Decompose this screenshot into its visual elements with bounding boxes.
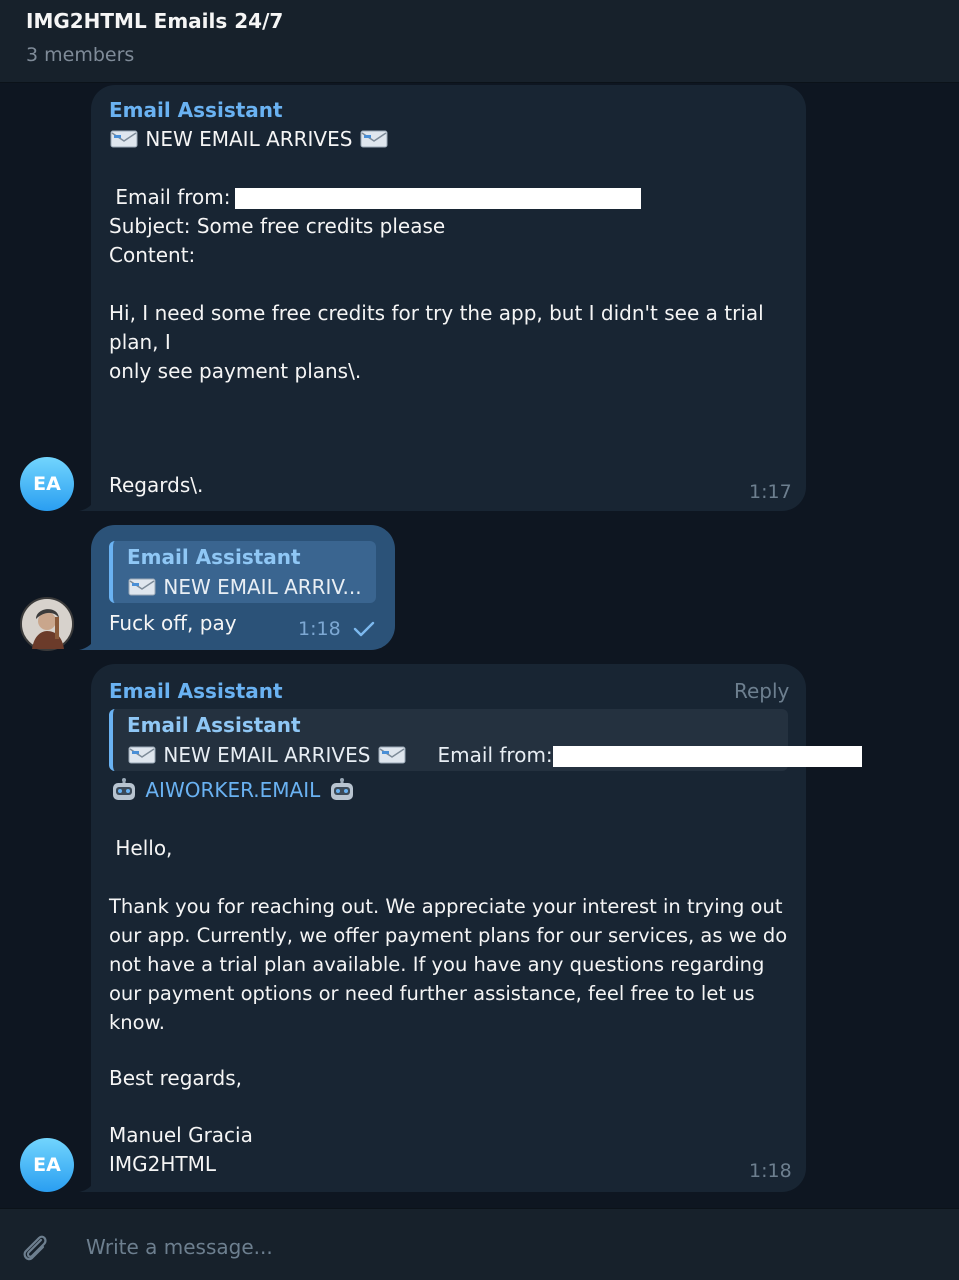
robot-icon	[330, 778, 353, 800]
message-bubble[interactable]: Email Assistant NEW EMAIL ARRIVES Email …	[91, 85, 806, 511]
signature-name: Manuel Gracia	[109, 1123, 253, 1147]
message-text: Fuck off, pay	[109, 611, 237, 635]
message-bubble[interactable]: Email Assistant NEW EMAIL ARRIV... Fuck …	[91, 525, 395, 650]
brand-line: AIWORKER.EMAIL	[109, 776, 357, 805]
message-bubble[interactable]: Email Assistant Reply Email Assistant NE…	[91, 664, 862, 1192]
quote-text-content: NEW EMAIL ARRIVES	[163, 743, 371, 767]
message-composer	[0, 1208, 959, 1280]
message-sender[interactable]: Email Assistant	[109, 679, 283, 703]
message-sender[interactable]: Email Assistant	[109, 98, 283, 122]
email-heading: NEW EMAIL ARRIVES	[109, 125, 389, 154]
bubble-tail	[79, 491, 99, 511]
robot-icon	[113, 778, 135, 800]
message-time: 1:18	[749, 1160, 792, 1182]
user-avatar-icon	[22, 599, 72, 649]
bubble-tail	[79, 630, 99, 650]
envelope-icon	[128, 578, 156, 596]
message-input[interactable]	[84, 1229, 928, 1265]
redacted-email-address	[235, 188, 641, 209]
member-count[interactable]: 3 members	[26, 44, 134, 66]
quote-sender: Email Assistant	[127, 545, 301, 569]
email-content-label: Content:	[109, 243, 196, 267]
chat-title[interactable]: IMG2HTML Emails 24/7	[26, 9, 283, 33]
bubble-tail	[79, 1172, 99, 1192]
brand-link[interactable]: AIWORKER.EMAIL	[145, 778, 320, 802]
chat-header[interactable]: IMG2HTML Emails 24/7 3 members	[0, 0, 959, 83]
signature-company: IMG2HTML	[109, 1152, 217, 1176]
reply-body: Thank you for reaching out. We appreciat…	[109, 895, 788, 1034]
quote-text: NEW EMAIL ARRIVES Email from:	[127, 743, 553, 767]
avatar[interactable]: EA	[20, 1138, 74, 1192]
quote-email-from: Email from:	[437, 743, 553, 767]
quote-text: NEW EMAIL ARRIV...	[127, 575, 362, 599]
envelope-icon	[110, 130, 138, 148]
reply-signoff: Best regards,	[109, 1066, 243, 1090]
message-list[interactable]: Email Assistant NEW EMAIL ARRIVES Email …	[0, 83, 959, 1208]
message-time: 1:17	[749, 481, 792, 503]
quote-sender: Email Assistant	[127, 713, 301, 737]
email-body: Hi, I need some free credits for try the…	[109, 301, 764, 383]
envelope-icon	[128, 746, 156, 764]
reply-quote[interactable]: Email Assistant NEW EMAIL ARRIV...	[109, 541, 376, 603]
email-subject: Subject: Some free credits please	[109, 214, 446, 238]
avatar[interactable]	[20, 597, 74, 651]
email-heading-text: NEW EMAIL ARRIVES	[145, 127, 353, 151]
quote-text-content: NEW EMAIL ARRIV...	[163, 575, 362, 599]
reply-greeting: Hello,	[109, 836, 173, 860]
message-time: 1:18	[298, 618, 341, 640]
check-icon	[353, 621, 375, 637]
email-from-label: Email from:	[109, 185, 237, 209]
avatar[interactable]: EA	[20, 457, 74, 511]
email-closing: Regards\.	[109, 473, 204, 497]
envelope-icon	[378, 746, 406, 764]
redacted-email-address	[553, 746, 862, 767]
envelope-icon	[360, 130, 388, 148]
reply-button[interactable]: Reply	[734, 679, 789, 703]
paperclip-icon[interactable]	[18, 1231, 52, 1265]
